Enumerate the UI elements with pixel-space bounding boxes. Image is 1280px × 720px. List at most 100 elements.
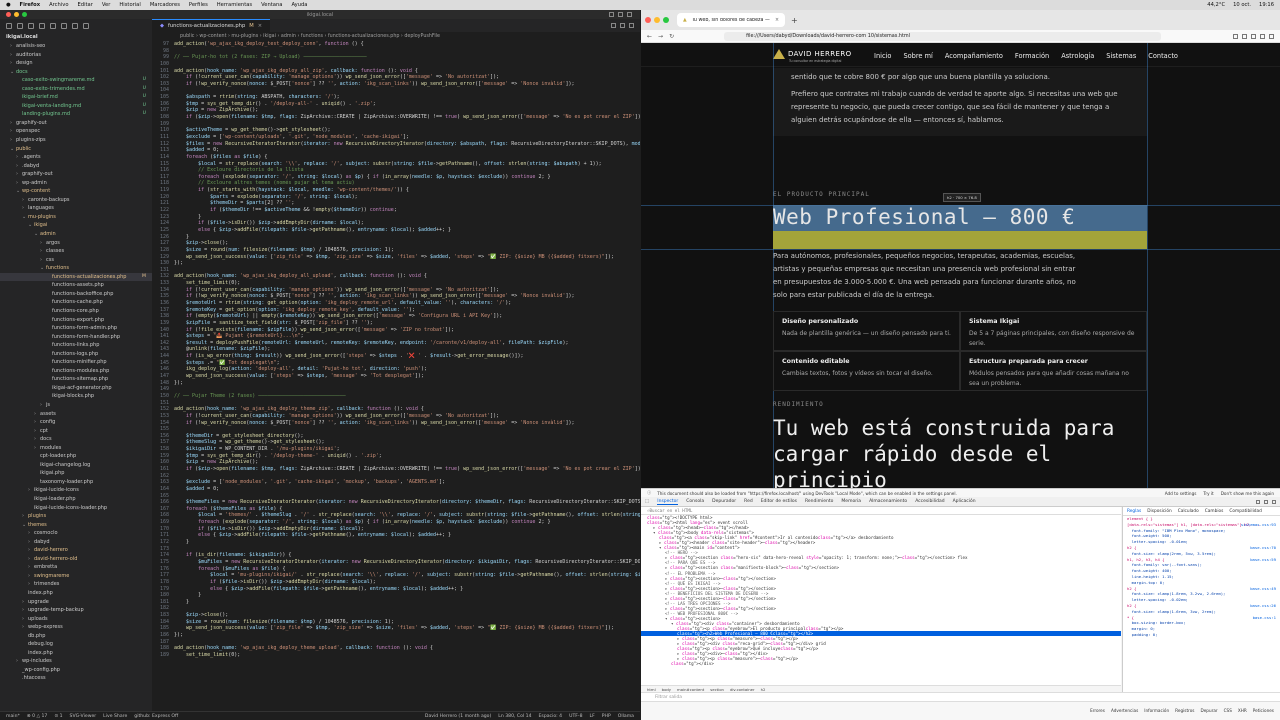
tree-item[interactable]: functions-export.php: [0, 316, 152, 325]
tree-item[interactable]: ⌄ themes: [0, 521, 152, 530]
console-level-filter[interactable]: Advertencias: [1111, 708, 1138, 713]
console-level-filter[interactable]: Peticiones: [1253, 708, 1274, 713]
nav-link[interactable]: Acompañamiento: [945, 52, 1003, 60]
tree-item[interactable]: › swingmareme: [0, 572, 152, 581]
tree-item[interactable]: functions-sitemap.php: [0, 375, 152, 384]
tree-item[interactable]: ikigai-blocks.php: [0, 392, 152, 401]
tree-item[interactable]: ikigai-loader.php: [0, 495, 152, 504]
panel-icon[interactable]: [618, 12, 623, 17]
extensions-icon[interactable]: [1251, 33, 1256, 39]
rules-tab[interactable]: Cambios: [1205, 509, 1224, 514]
tree-item[interactable]: ⌄ docs: [0, 68, 152, 77]
tree-item[interactable]: › docs: [0, 435, 152, 444]
tree-item[interactable]: › design: [0, 59, 152, 68]
rules-tab[interactable]: Disposición: [1147, 509, 1171, 514]
menubar-item[interactable]: Ver: [102, 2, 110, 8]
console-level-filter[interactable]: CSS: [1224, 708, 1232, 713]
tree-item[interactable]: › plugins: [0, 512, 152, 521]
tree-item[interactable]: debug.log: [0, 640, 152, 649]
tree-item[interactable]: › argos: [0, 239, 152, 248]
tree-item[interactable]: › openspec: [0, 127, 152, 136]
code-view[interactable]: 97 add_action('wp_ajax_ikg_deploy_test_de…: [152, 41, 640, 711]
console-level-filter[interactable]: Registros: [1175, 708, 1194, 713]
status-item[interactable]: ⊙ 1: [54, 714, 62, 719]
tree-item[interactable]: › languages: [0, 204, 152, 213]
tree-item[interactable]: › uploads: [0, 615, 152, 624]
pick-element-icon[interactable]: ⬚: [645, 499, 649, 504]
console-level-filter[interactable]: Errores: [1090, 708, 1105, 713]
tree-item[interactable]: › dabyd: [0, 538, 152, 547]
tree-item[interactable]: › webp-express: [0, 623, 152, 632]
menubar-item[interactable]: Herramientas: [217, 2, 252, 8]
menubar-app-name[interactable]: Firefox: [20, 2, 41, 8]
run-icon[interactable]: [611, 23, 616, 28]
tree-item[interactable]: › config: [0, 418, 152, 427]
tree-item[interactable]: › js: [0, 401, 152, 410]
forward-icon[interactable]: →: [658, 33, 663, 40]
tree-item[interactable]: › cpt: [0, 427, 152, 436]
tree-item[interactable]: › graphify-out: [0, 119, 152, 128]
tree-item[interactable]: › .dabyd: [0, 162, 152, 171]
menubar-item[interactable]: Archivo: [49, 2, 68, 8]
tree-item[interactable]: › classes: [0, 247, 152, 256]
menubar-item[interactable]: Perfiles: [189, 2, 208, 8]
status-item[interactable]: UTF-8: [569, 714, 582, 719]
status-item[interactable]: SVG-Viewer: [70, 714, 97, 719]
tree-item[interactable]: › .agents: [0, 153, 152, 162]
tree-item[interactable]: › auditorias: [0, 51, 152, 60]
notice-action-button[interactable]: Don't show me this again: [1221, 491, 1274, 496]
console-level-filter[interactable]: Depurar: [1200, 708, 1217, 713]
notice-action-button[interactable]: Add to settings: [1165, 491, 1197, 496]
tree-item[interactable]: cpt-loader.php: [0, 452, 152, 461]
new-tab-icon[interactable]: +: [791, 16, 798, 25]
tree-item[interactable]: › david-herrero: [0, 546, 152, 555]
devtools-tab[interactable]: Memoria: [841, 499, 861, 505]
devtools-tab[interactable]: Consola: [686, 499, 704, 505]
tree-item[interactable]: › modules: [0, 444, 152, 453]
rules-tab[interactable]: Calculado: [1178, 509, 1199, 514]
tree-item[interactable]: taxonomy-loader.php: [0, 478, 152, 487]
dom-breadcrumb-item[interactable]: div.container: [730, 687, 755, 692]
nav-link[interactable]: Inicio: [874, 52, 891, 60]
status-item[interactable]: Live Share: [103, 714, 127, 719]
tree-item[interactable]: ⌄ public: [0, 145, 152, 154]
devtools-tab[interactable]: Red: [744, 499, 753, 505]
tree-item[interactable]: › upgrade: [0, 598, 152, 607]
minimize-window-icon[interactable]: [14, 12, 19, 17]
menu-icon[interactable]: [1269, 33, 1274, 39]
dock-icon[interactable]: [1256, 499, 1260, 504]
close-icon[interactable]: ×: [258, 23, 262, 29]
tree-item[interactable]: functions-cache.php: [0, 298, 152, 307]
menubar-item[interactable]: Ventana: [261, 2, 282, 8]
tree-item[interactable]: › assets: [0, 410, 152, 419]
status-item[interactable]: LF: [590, 714, 595, 719]
dom-breadcrumb-item[interactable]: h2: [761, 687, 766, 692]
tree-item[interactable]: ikigai-lucide-icons-loader.php: [0, 504, 152, 513]
tree-item[interactable]: functions-backoffice.php: [0, 290, 152, 299]
zoom-window-icon[interactable]: [22, 12, 27, 17]
status-item[interactable]: Ln 380, Col 14: [498, 714, 531, 719]
tab-functions-actualizaciones[interactable]: ◆ functions-actualizaciones.php M ×: [152, 19, 271, 32]
tree-item[interactable]: ikigai-brief.md U: [0, 93, 152, 102]
tree-item[interactable]: › analisis-seo: [0, 42, 152, 51]
testing-icon[interactable]: [72, 22, 78, 29]
tree-item[interactable]: ⌄ ikigai: [0, 221, 152, 230]
explorer-root[interactable]: ikigai.local: [0, 32, 152, 42]
nav-link[interactable]: Astrología: [1061, 52, 1094, 60]
zoom-window-icon[interactable]: [663, 17, 669, 23]
status-item[interactable]: github: Express Off: [134, 714, 178, 719]
run-debug-icon[interactable]: [39, 22, 45, 29]
layout-icon[interactable]: [609, 12, 614, 17]
devtools-tab[interactable]: Editor de estilos: [761, 499, 797, 505]
nav-link[interactable]: Sistemas: [1106, 52, 1136, 60]
tree-item[interactable]: ikigai-acf-generator.php: [0, 384, 152, 393]
notice-action-button[interactable]: Try it: [1203, 491, 1213, 496]
tree-item[interactable]: .htaccess: [0, 674, 152, 683]
tree-item[interactable]: index.php: [0, 649, 152, 658]
browser-tab[interactable]: ▲ Tu web, sin dolores de cabeza — Ik... …: [677, 13, 785, 27]
close-window-icon[interactable]: [6, 12, 11, 17]
web-page-viewport[interactable]: DAVID HERRERO Tu consultor en estrategia…: [641, 43, 1280, 488]
tree-item[interactable]: › caronte-backups: [0, 196, 152, 205]
devtools-tab[interactable]: Accesibilidad: [915, 499, 944, 505]
nav-link[interactable]: Sobre mí: [903, 52, 932, 60]
